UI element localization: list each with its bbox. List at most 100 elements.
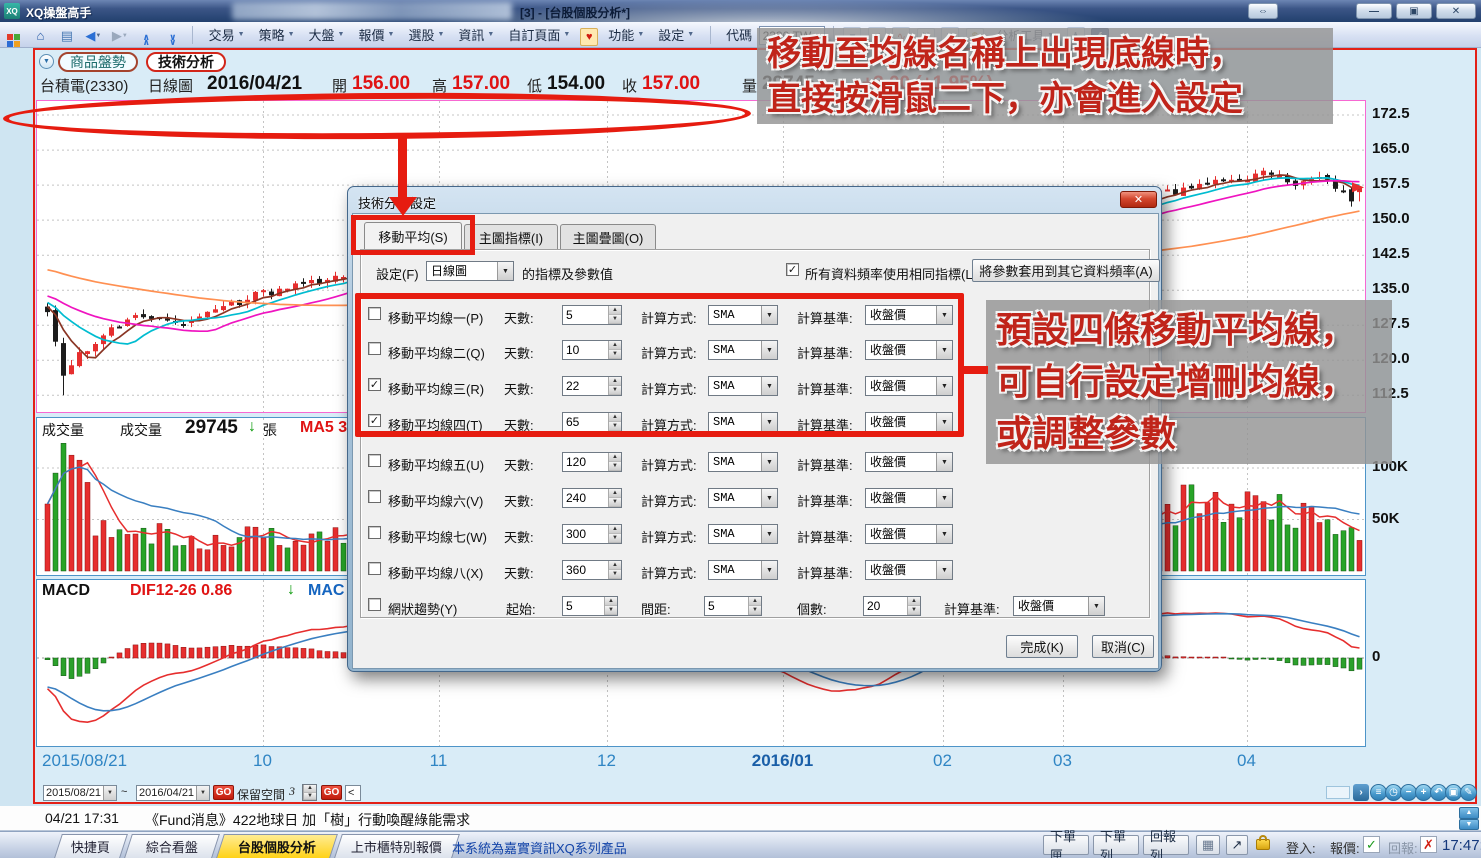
popout-icon[interactable]: ↗ <box>1226 835 1248 855</box>
scroll-left-button[interactable]: < <box>345 785 361 801</box>
close-button[interactable]: ✕ <box>1436 3 1476 19</box>
order-row-button[interactable]: 下單列 <box>1093 835 1139 855</box>
menu-7[interactable]: 自訂頁面▼ <box>501 22 577 46</box>
freq-select[interactable]: 日線圖▼ <box>426 261 514 281</box>
low-label: 低 <box>527 75 542 96</box>
news-scroll-up-icon[interactable]: ▲ <box>1459 807 1479 819</box>
order-box-button[interactable]: 下單匣 <box>1043 835 1089 855</box>
same-indicator-checkbox[interactable]: ✓ <box>786 263 799 276</box>
ma-row-5-method-select[interactable]: SMA▼ <box>708 452 778 472</box>
status-tab-4[interactable]: 上市櫃特別報價 <box>334 834 460 858</box>
go-button-2[interactable]: GO <box>321 785 342 800</box>
macd-dif-label[interactable]: DIF12-26 0.86 <box>130 582 232 600</box>
ma-row-7-checkbox[interactable] <box>368 526 381 539</box>
resize-window-button[interactable]: ⇔ <box>1248 3 1278 19</box>
tab-main-indicators[interactable]: 主圖指標(I) <box>464 224 558 249</box>
ma-row-6-method-select[interactable]: SMA▼ <box>708 488 778 508</box>
days-label: 天數: <box>504 455 534 474</box>
collapse-up-icon[interactable]: ∧∧ <box>136 30 156 50</box>
macd-signal-label[interactable]: MAC <box>308 582 344 600</box>
ma-row-5-basis-select[interactable]: 收盤價▼ <box>865 452 953 472</box>
expand-down-icon[interactable]: ∨∨ <box>163 30 183 50</box>
layout-grid-icon[interactable] <box>4 31 24 51</box>
menu-9[interactable]: 設定▼ <box>651 22 701 46</box>
forward-icon[interactable]: ▶▼ <box>110 26 130 46</box>
trellis-basis-select[interactable]: 收盤價▼ <box>1013 596 1105 616</box>
code-label: 代碼 <box>719 22 754 46</box>
start-spinner[interactable]: 5▲▼ <box>562 596 618 616</box>
ma-row-7-method-select[interactable]: SMA▼ <box>708 524 778 544</box>
ma-row-6-days-spinner[interactable]: 240▲▼ <box>562 488 622 508</box>
pane-menu-button[interactable]: ▼ <box>39 54 54 69</box>
ma-row-8-days-spinner[interactable]: 360▲▼ <box>562 560 622 580</box>
ma-row-8-checkbox[interactable] <box>368 562 381 575</box>
lock-icon[interactable] <box>1256 839 1270 850</box>
gap-spinner[interactable]: 5▲▼ <box>704 596 762 616</box>
volume-ma5-label[interactable]: MA5 3 <box>300 419 347 437</box>
days-label: 天數: <box>504 491 534 510</box>
tab-main-overlay[interactable]: 主圖疊圖(O) <box>560 224 656 249</box>
status-tab-1[interactable]: 快捷頁 <box>54 834 128 858</box>
annotation-rows-highlight <box>355 293 964 437</box>
pencil-icon[interactable]: ✎ <box>1460 784 1477 801</box>
ma-row-8-basis-select[interactable]: 收盤價▼ <box>865 560 953 580</box>
price-tick: 150.0 <box>1372 210 1410 227</box>
ma-row-6-basis-select[interactable]: 收盤價▼ <box>865 488 953 508</box>
ok-button[interactable]: 完成(K) <box>1006 635 1078 658</box>
report-row-button[interactable]: 回報列 <box>1143 835 1189 855</box>
menu-8[interactable]: 功能▼ <box>601 22 651 46</box>
ma-row-7-days-spinner[interactable]: 300▲▼ <box>562 524 622 544</box>
ma-row-6-checkbox[interactable] <box>368 490 381 503</box>
range-bar: 2015/08/21▼ ~ 2016/04/21▼ GO 保留空間 3 ▲▼ G… <box>36 784 1476 803</box>
menu-3[interactable]: 大盤▼ <box>302 22 352 46</box>
app-window: XQ XQ操盤高手 [3] - [台股個股分析*] ⇔ — ▣ ✕ ⌂ ▤ ◀▼… <box>0 0 1481 858</box>
home-icon[interactable]: ⌂ <box>30 25 50 45</box>
annotation-note-1: 移動至均線名稱上出現底線時， 直接按滑鼠二下，亦會進入設定 <box>757 28 1333 124</box>
ma-row-7-basis-select[interactable]: 收盤價▼ <box>865 524 953 544</box>
x-axis-label: 2015/08/21 <box>42 751 127 771</box>
clock-time: 17:47:16 <box>1442 837 1481 854</box>
go-button[interactable]: GO <box>213 785 234 800</box>
trellis-checkbox[interactable] <box>368 598 381 611</box>
news-text[interactable]: 《Fund消息》422地球日 加「樹」行動喚醒綠能需求 <box>145 810 470 830</box>
ma-row-5-checkbox[interactable] <box>368 454 381 467</box>
menu-2[interactable]: 策略▼ <box>252 22 302 46</box>
cancel-button[interactable]: 取消(C) <box>1092 635 1154 658</box>
document-icon[interactable]: ▤ <box>57 26 77 46</box>
range-from-select[interactable]: 2015/08/21▼ <box>43 785 117 801</box>
back-icon[interactable]: ◀▼ <box>83 26 103 46</box>
restore-button[interactable]: ▣ <box>1396 3 1432 19</box>
ma-row-8-method-select[interactable]: SMA▼ <box>708 560 778 580</box>
low-value: 154.00 <box>547 73 605 95</box>
macd-zero-tick: 0 <box>1372 648 1380 665</box>
favorites-heart-icon[interactable]: ♥ <box>580 28 598 46</box>
trellis-row: 網狀趨勢(Y) 起始: 5▲▼ 間距: 5▲▼ 個數: 20▲▼ 計算基準: 收… <box>348 595 1155 619</box>
news-scroll-down-icon[interactable]: ▼ <box>1459 819 1479 831</box>
status-tab-3[interactable]: 台股個股分析 <box>216 834 338 858</box>
range-to-select[interactable]: 2016/04/21▼ <box>136 785 210 801</box>
toolbar-separator <box>192 26 193 44</box>
basis-label: 計算基準: <box>797 455 853 474</box>
menu-4[interactable]: 報價▼ <box>351 22 401 46</box>
count-spinner[interactable]: 20▲▼ <box>863 596 921 616</box>
macd-down-arrow-icon: ↓ <box>287 581 295 599</box>
menu-5[interactable]: 選股▼ <box>401 22 451 46</box>
news-ticker-bar: 04/21 17:31 《Fund消息》422地球日 加「樹」行動喚醒綠能需求 … <box>0 806 1481 831</box>
scrollbar-thumb[interactable] <box>1326 786 1350 799</box>
minimize-button[interactable]: — <box>1356 3 1392 19</box>
tab-technical-analysis[interactable]: 技術分析 <box>146 52 226 72</box>
basis-label: 計算基準: <box>797 491 853 510</box>
period-label[interactable]: 日線圖 <box>148 75 193 96</box>
keep-space-spinner[interactable]: ▲▼ <box>302 784 317 801</box>
chevron-right-icon[interactable]: › <box>1353 784 1369 801</box>
tab-product-overview[interactable]: 商品盤勢 <box>58 52 138 72</box>
building-icon[interactable]: ▦ <box>1196 835 1220 855</box>
volume-series-label[interactable]: 成交量 <box>120 420 162 440</box>
status-tab-2[interactable]: 綜合看盤 <box>124 834 220 858</box>
dialog-close-icon[interactable]: ✕ <box>1120 191 1157 208</box>
apply-to-other-freq-button[interactable]: 將參數套用到其它資料頻率(A) <box>972 259 1160 282</box>
menu-6[interactable]: 資訊▼ <box>451 22 501 46</box>
ma-row-5-days-spinner[interactable]: 120▲▼ <box>562 452 622 472</box>
report-status-label: 回報: <box>1388 838 1418 857</box>
menu-1[interactable]: 交易▼ <box>202 22 252 46</box>
